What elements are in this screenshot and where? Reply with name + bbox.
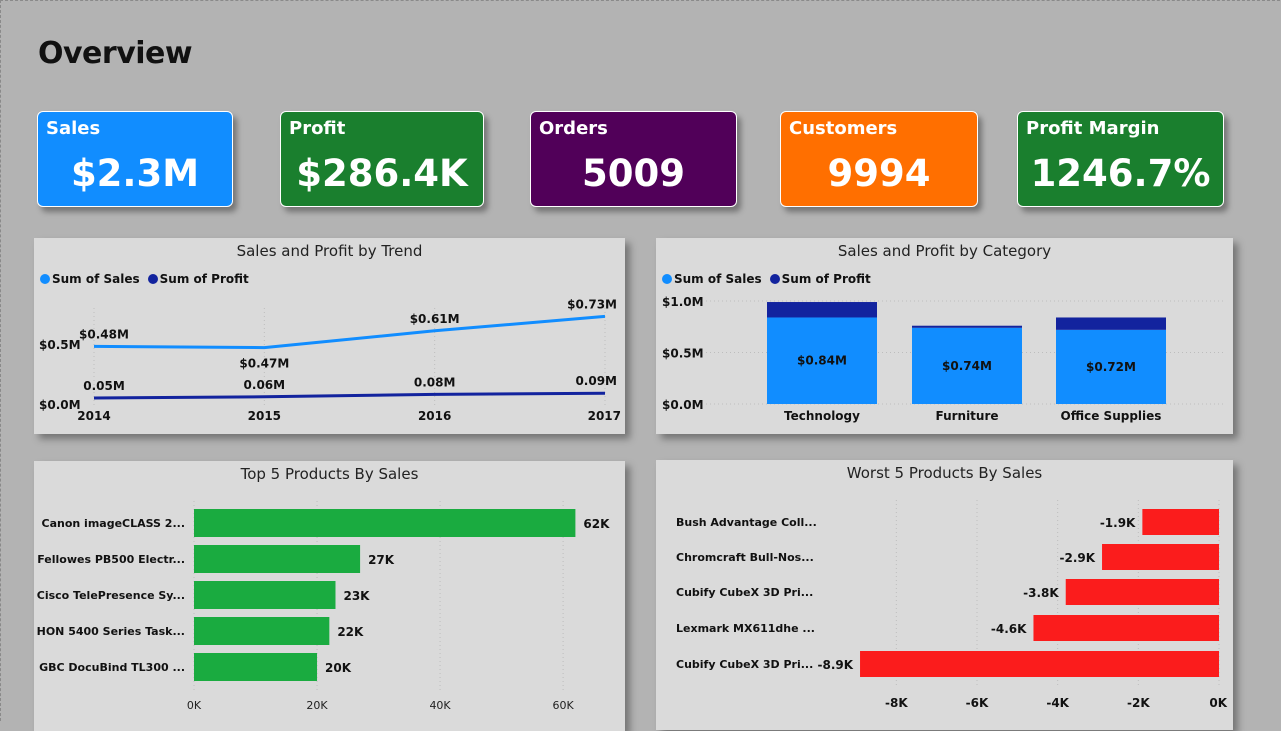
data-label: -1.9K: [1100, 516, 1136, 530]
x-tick-label: -6K: [966, 696, 989, 710]
category-label: Lexmark MX611dhe ...: [676, 622, 815, 635]
category-label: GBC DocuBind TL300 ...: [39, 661, 185, 674]
data-label: $0.48M: [79, 327, 129, 341]
product-bar: [194, 545, 361, 573]
data-label: -2.9K: [1059, 551, 1095, 565]
category-label: HON 5400 Series Task...: [37, 625, 185, 638]
kpi-value: $286.4K: [296, 152, 468, 195]
data-label: $0.84M: [797, 354, 847, 368]
x-tick-label: Furniture: [935, 409, 998, 423]
kpi-value: $2.3M: [70, 152, 200, 195]
data-label: 0.05M: [83, 379, 125, 393]
data-label: $0.74M: [942, 359, 992, 373]
profit-bar: [912, 325, 1022, 328]
data-label: -4.6K: [991, 622, 1027, 636]
x-tick-label: 2015: [248, 409, 281, 423]
kpi-label: Profit: [289, 118, 346, 139]
data-label: $0.72M: [1086, 360, 1136, 374]
kpi-label: Orders: [539, 118, 608, 139]
category-label: Fellowes PB500 Electr...: [37, 553, 185, 566]
category-label: Canon imageCLASS 2...: [42, 517, 186, 530]
category-label: Cubify CubeX 3D Pri...: [676, 658, 813, 671]
kpi-card-customers[interactable]: Customers 9994: [780, 111, 978, 207]
y-tick-label: $1.0M: [662, 295, 704, 309]
y-tick-label: $0.0M: [662, 398, 704, 412]
kpi-label: Customers: [789, 118, 898, 139]
y-tick-label: $0.0M: [39, 398, 81, 412]
x-tick-label: 40K: [429, 699, 451, 712]
kpi-label: Profit Margin: [1026, 118, 1160, 139]
sales-line: [93, 314, 606, 350]
category-label: Cisco TelePresence Sy...: [37, 589, 185, 602]
x-tick-label: 2016: [418, 409, 451, 423]
top5-products-card[interactable]: Top 5 Products By Sales 0K 20K 40K 60K Canon…: [34, 461, 625, 731]
product-bar: [860, 651, 1219, 677]
kpi-card-profit[interactable]: Profit $286.4K: [280, 111, 484, 207]
y-tick-label: $0.5M: [662, 347, 704, 361]
product-bar: [194, 617, 330, 645]
column-chart: $0.0M $0.5M $1.0M $0.84M Technology $0.74M Fur…: [662, 295, 1223, 423]
y-tick-label: $0.5M: [39, 338, 81, 352]
profit-line: [93, 391, 606, 400]
product-bar: [1142, 509, 1219, 535]
x-tick-label: 20K: [306, 699, 328, 712]
data-label: 0.06M: [244, 378, 286, 392]
x-tick-label: 2014: [77, 409, 110, 423]
product-bar: [194, 509, 576, 537]
x-tick-label: -4K: [1046, 696, 1069, 710]
sales-profit-category-card[interactable]: Sales and Profit by Category Sum of Sale…: [656, 238, 1233, 434]
data-label: -3.8K: [1023, 586, 1059, 600]
product-bar: [1065, 579, 1219, 605]
data-label: 62K: [583, 517, 610, 531]
x-tick-label: 0K: [187, 699, 202, 712]
kpi-value: 5009: [582, 152, 685, 195]
x-tick-label: -2K: [1127, 696, 1150, 710]
worst5-products-card[interactable]: Worst 5 Products By Sales -8K -6K -4K -2K 0K…: [656, 460, 1233, 730]
product-bar: [1033, 615, 1219, 641]
line-chart: $0.0M $0.5M 2014 2015 2016 2017 $0.48M $0.47M $0…: [39, 297, 621, 423]
category-label: Bush Advantage Coll...: [676, 516, 817, 529]
data-label: 27K: [368, 553, 395, 567]
data-label: $0.47M: [239, 357, 289, 371]
data-label: 22K: [337, 625, 364, 639]
kpi-card-orders[interactable]: Orders 5009: [530, 111, 737, 207]
category-label: Cubify CubeX 3D Pri...: [676, 586, 813, 599]
profit-bar: [1056, 317, 1166, 330]
bar-chart: 0K 20K 40K 60K Canon imageCLASS 2... 62K Fello…: [37, 501, 610, 712]
data-label: 23K: [343, 589, 370, 603]
kpi-card-profit-margin[interactable]: Profit Margin 1246.7%: [1017, 111, 1224, 207]
data-label: 0.08M: [414, 375, 456, 389]
sales-profit-trend-card[interactable]: Sales and Profit by Trend Sum of Sales S…: [34, 238, 625, 434]
kpi-value: 9994: [827, 152, 931, 195]
bar-chart: -8K -6K -4K -2K 0K Bush Advantage Coll... -1.9…: [676, 500, 1228, 710]
x-tick-label: -8K: [885, 696, 908, 710]
data-label: $0.61M: [410, 312, 460, 326]
product-bar: [194, 581, 336, 609]
data-label: 20K: [325, 661, 352, 675]
profit-bar: [767, 302, 877, 318]
product-bar: [1102, 544, 1219, 570]
data-label: $0.73M: [567, 297, 617, 311]
kpi-card-sales[interactable]: Sales $2.3M: [37, 111, 233, 207]
x-tick-label: 2017: [588, 409, 621, 423]
page-title: Overview: [38, 36, 193, 71]
data-label: 0.09M: [575, 374, 617, 388]
kpi-label: Sales: [46, 118, 101, 139]
x-tick-label: Technology: [784, 409, 860, 423]
data-label: -8.9K: [817, 658, 853, 672]
category-label: Chromcraft Bull-Nos...: [676, 551, 814, 564]
kpi-value: 1246.7%: [1030, 152, 1211, 195]
x-tick-label: 0K: [1209, 696, 1227, 710]
x-tick-label: Office Supplies: [1061, 409, 1162, 423]
x-tick-label: 60K: [552, 699, 574, 712]
product-bar: [194, 653, 318, 681]
